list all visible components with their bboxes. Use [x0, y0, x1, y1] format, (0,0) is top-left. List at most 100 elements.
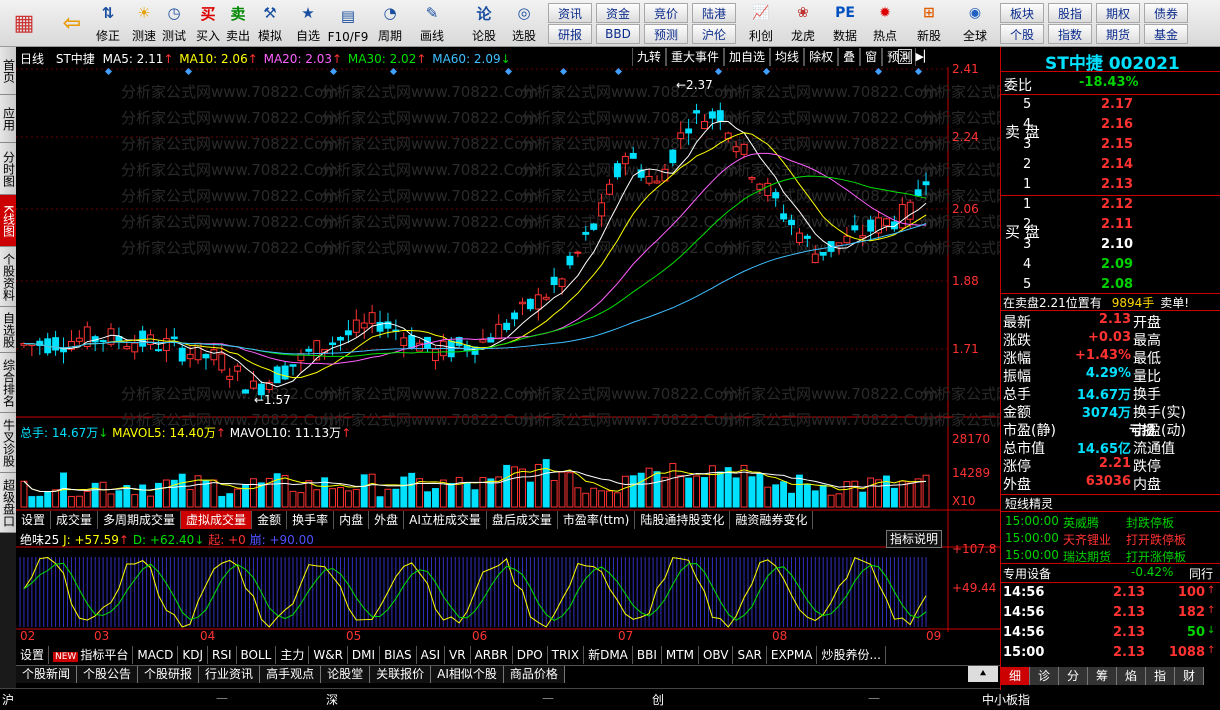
buy-price[interactable]: 2.11: [1101, 217, 1133, 232]
left-tab-7[interactable]: 牛叉诊股: [0, 413, 16, 473]
pe-button[interactable]: PE 数据: [826, 0, 864, 46]
toolbar-small-button[interactable]: BBD: [596, 24, 640, 44]
status-index-label[interactable]: 深: [326, 691, 338, 708]
info-tab[interactable]: 个股公告: [77, 666, 139, 683]
buy-price[interactable]: 2.12: [1101, 197, 1133, 212]
indicator-tab[interactable]: VR: [445, 646, 471, 664]
pen-button[interactable]: ✎ 画线: [414, 0, 450, 46]
back-arrow-button[interactable]: ⇦: [50, 0, 94, 46]
toolbar-small-button[interactable]: 期权: [1096, 3, 1140, 23]
k-line-chart[interactable]: 分析家公式网www.70822.Com分析家公式网www.70822.Com分析…: [16, 47, 1000, 690]
buy-price[interactable]: 2.10: [1101, 237, 1133, 252]
indicator-tab[interactable]: RSI: [208, 646, 237, 664]
toolbar-small-button[interactable]: 个股: [1000, 24, 1044, 44]
info-tab[interactable]: 高手观点: [260, 666, 322, 683]
info-tab[interactable]: AI相似个股: [431, 666, 504, 683]
indicator-tab[interactable]: BBI: [633, 646, 662, 664]
toolbar-small-button[interactable]: 期货: [1096, 24, 1140, 44]
left-tab-2[interactable]: 分时图: [0, 143, 16, 195]
volume-tab[interactable]: 融资融券变化: [730, 511, 814, 529]
toolbar-small-button[interactable]: 板块: [1000, 3, 1044, 23]
toolbar-small-button[interactable]: 陆港: [692, 3, 736, 23]
buy-price[interactable]: 2.08: [1101, 277, 1133, 292]
indicator-tab[interactable]: OBV: [699, 646, 734, 664]
scroll-up-button[interactable]: ⯅: [968, 666, 998, 682]
volume-tab[interactable]: 市盈率(ttm): [558, 511, 636, 529]
quote-bottom-tab[interactable]: 指: [1146, 667, 1175, 685]
toolbar-small-button[interactable]: 基金: [1144, 24, 1188, 44]
sprite-stock[interactable]: 英威腾: [1063, 514, 1099, 531]
sell-price[interactable]: 2.14: [1101, 157, 1133, 172]
indicator-tab[interactable]: MACD: [133, 646, 179, 664]
quote-bottom-tab[interactable]: 筹: [1088, 667, 1117, 685]
quote-bottom-tab[interactable]: 焰: [1117, 667, 1146, 685]
toolbar-small-button[interactable]: 研报: [548, 24, 592, 44]
sector-label[interactable]: 专用设备: [1003, 565, 1051, 582]
toolbar-small-button[interactable]: 债券: [1144, 3, 1188, 23]
star-button[interactable]: ★ 自选: [290, 0, 326, 46]
left-tab-6[interactable]: 综合排名: [0, 353, 16, 413]
globe-button[interactable]: ◉ 全球: [956, 0, 994, 46]
chart-tool-button[interactable]: 叠: [838, 48, 861, 66]
expand-icon[interactable]: ▶▏: [914, 49, 934, 64]
indicator-tab[interactable]: 炒股养份...: [817, 646, 886, 664]
chart-tool-button[interactable]: 窗: [860, 48, 883, 66]
indicator-tab[interactable]: BIAS: [380, 646, 417, 664]
volume-tab[interactable]: 外盘: [369, 511, 405, 529]
sell-price[interactable]: 2.16: [1101, 117, 1133, 132]
up-down-arrow-button[interactable]: ⇅ 修正: [90, 0, 126, 46]
toolbar-small-button[interactable]: 指数: [1048, 24, 1092, 44]
indicator-tab[interactable]: ARBR: [471, 646, 513, 664]
forum-button[interactable]: 论论股: [466, 0, 502, 46]
toolbar-small-button[interactable]: 股指: [1048, 3, 1092, 23]
status-index-label[interactable]: 中小板指: [982, 691, 1030, 708]
status-index-label[interactable]: 创: [652, 691, 664, 708]
indicator-tab[interactable]: NEW 指标平台: [49, 646, 134, 664]
left-tab-4[interactable]: 个股资料: [0, 247, 16, 307]
indicator-tab[interactable]: BOLL: [237, 646, 277, 664]
chart-tool-button[interactable]: 重大事件: [666, 48, 725, 66]
grid-button[interactable]: ▦: [2, 0, 46, 46]
sell-price[interactable]: 2.13: [1101, 177, 1133, 192]
indicator-note-button[interactable]: 指标说明: [886, 530, 942, 548]
sell-price[interactable]: 2.17: [1101, 97, 1133, 112]
search-button[interactable]: ◎ 选股: [506, 0, 542, 46]
indicator-tab[interactable]: W&R: [309, 646, 348, 664]
left-tab-1[interactable]: 应用: [0, 95, 16, 143]
indicator-tab[interactable]: 设置: [16, 646, 50, 664]
indicator-tab[interactable]: DPO: [513, 646, 548, 664]
toolbar-small-button[interactable]: 竞价: [644, 3, 688, 23]
indicator-tab[interactable]: 新DMA: [584, 646, 633, 664]
volume-tab[interactable]: 多周期成交量: [98, 511, 182, 529]
info-tab[interactable]: 个股研报: [138, 666, 200, 683]
volume-tab[interactable]: 换手率: [287, 511, 335, 529]
indicator-tab[interactable]: DMI: [348, 646, 381, 664]
quote-bottom-tab[interactable]: 财: [1175, 667, 1204, 685]
volume-tab[interactable]: 盘后成交量: [487, 511, 558, 529]
info-tab[interactable]: 个股新闻: [16, 666, 78, 683]
left-tab-3[interactable]: K线图: [0, 195, 16, 247]
info-tab[interactable]: 行业资讯: [199, 666, 261, 683]
quote-bottom-tab[interactable]: 诊: [1030, 667, 1059, 685]
chart-button[interactable]: 📈 利创: [742, 0, 780, 46]
sell-button[interactable]: 卖卖出: [220, 0, 256, 46]
hot-button[interactable]: ✹ 热点: [866, 0, 904, 46]
info-tab[interactable]: 论股堂: [321, 666, 371, 683]
indicator-tab[interactable]: ASI: [417, 646, 446, 664]
quote-bottom-tab[interactable]: 分: [1059, 667, 1088, 685]
sell-price[interactable]: 2.15: [1101, 137, 1133, 152]
info-tab[interactable]: 商品价格: [503, 666, 565, 683]
indicator-tab[interactable]: MTM: [662, 646, 699, 664]
volume-tab[interactable]: 内盘: [334, 511, 370, 529]
left-tab-5[interactable]: 自选股: [0, 307, 16, 353]
toolbar-small-button[interactable]: 沪伦: [692, 24, 736, 44]
chart-tool-button[interactable]: 加自选: [724, 48, 771, 66]
f10-button[interactable]: ▤ F10/F9: [328, 0, 369, 46]
volume-tab[interactable]: 金额: [252, 511, 288, 529]
chart-tool-button[interactable]: 均线: [770, 48, 805, 66]
toolbar-small-button[interactable]: 预测: [644, 24, 688, 44]
lock-icon[interactable]: ⌂: [898, 49, 912, 64]
quote-bottom-tab[interactable]: 细: [1001, 667, 1030, 685]
indicator-tab[interactable]: EXPMA: [767, 646, 818, 664]
dragon-button[interactable]: ❀ 龙虎: [784, 0, 822, 46]
